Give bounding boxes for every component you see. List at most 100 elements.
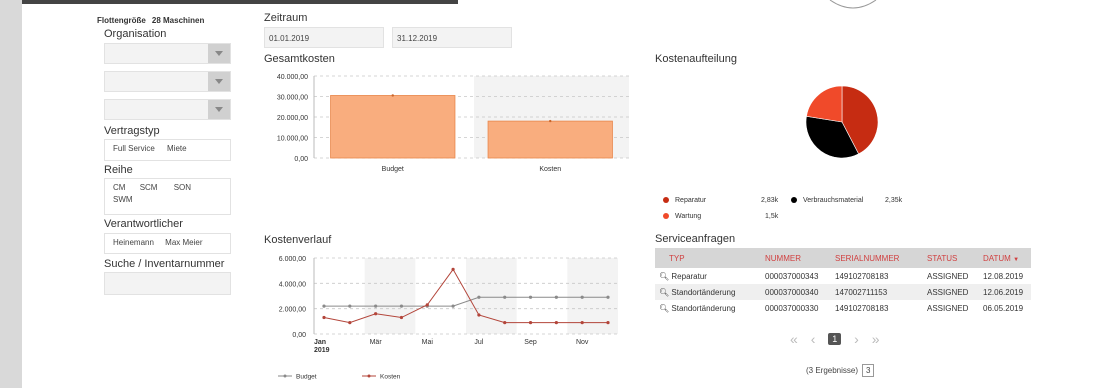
cell-status: ASSIGNED	[927, 303, 969, 313]
cell-serialnummer: 149102708183	[835, 303, 889, 313]
x-tick-label: Kosten	[539, 166, 561, 173]
verantwortlicher-box: Heinemann Max Meier	[104, 233, 231, 254]
chevron-down-icon[interactable]	[208, 72, 230, 91]
reihe-option-scm[interactable]: SCM	[140, 183, 158, 192]
first-page-button[interactable]: «	[790, 331, 798, 347]
organisation-select-2[interactable]	[104, 71, 231, 92]
legend-label: Budget	[296, 374, 317, 381]
cell-datum: 12.08.2019	[983, 271, 1024, 281]
cell-serialnummer: 147002711153	[831, 284, 923, 300]
reihe-option-son[interactable]: SON	[174, 183, 191, 192]
data-point	[554, 321, 558, 325]
verantwortlicher-option-max-meier[interactable]: Max Meier	[165, 238, 202, 247]
bar-marker	[391, 94, 394, 97]
suche-label: Suche / Inventarnummer	[104, 258, 225, 270]
data-point	[503, 321, 507, 325]
table-header-row: TYP NUMMER SERIALNUMMER STATUS DATUM ▼	[655, 248, 1031, 268]
vertragstyp-box: Full Service Miete	[104, 139, 231, 161]
data-point	[374, 304, 378, 308]
legend-value: 1,5k	[765, 213, 779, 220]
organisation-select-1[interactable]	[104, 43, 231, 64]
next-page-button[interactable]: ›	[854, 331, 859, 347]
sort-desc-icon: ▼	[1013, 256, 1020, 263]
column-header-status[interactable]: STATUS	[923, 248, 979, 268]
x-tick-label: Mär	[370, 339, 383, 346]
data-point	[554, 295, 558, 299]
vertragstyp-option-full-service[interactable]: Full Service	[113, 144, 155, 153]
cell-typ-text: Standortänderung	[671, 303, 736, 313]
legend-label: Reparatur	[675, 197, 707, 204]
results-count: (3 Ergebnisse)	[806, 366, 859, 375]
data-point	[374, 312, 378, 316]
suche-input[interactable]	[104, 272, 231, 295]
data-point	[528, 321, 533, 325]
legend-dot-icon	[791, 197, 797, 204]
data-point	[451, 267, 455, 271]
reihe-option-swm[interactable]: SWM	[113, 195, 133, 204]
cell-typ-text: Standortänderung	[671, 287, 736, 297]
prev-page-button[interactable]: ‹	[811, 331, 816, 347]
chevron-down-icon[interactable]	[208, 100, 230, 119]
chevron-down-icon[interactable]	[208, 44, 230, 63]
search-icon[interactable]: 🔍︎	[659, 304, 669, 313]
fleet-size: Flottengröße 28 Maschinen	[97, 16, 204, 25]
data-point	[503, 295, 507, 299]
search-icon[interactable]: 🔍︎	[659, 288, 669, 297]
column-header-typ[interactable]: TYP	[655, 248, 761, 268]
fleet-size-label: Flottengröße	[97, 16, 146, 25]
kostenverlauf-title: Kostenverlauf	[264, 234, 332, 246]
pie-slice	[806, 85, 843, 123]
fleet-size-value: 28 Maschinen	[151, 16, 205, 25]
x-tick-label: 2019	[314, 347, 330, 354]
data-point	[451, 304, 455, 308]
table-row[interactable]: 🔍︎ Standortänderung 000037000330 1491027…	[655, 300, 1031, 316]
vertragstyp-option-miete[interactable]: Miete	[167, 144, 187, 153]
table-row[interactable]: 🔍︎ Standortänderung 000037000340 1470027…	[655, 284, 1031, 300]
search-icon[interactable]: 🔍︎	[659, 272, 669, 281]
legend-value: 2,35k	[885, 197, 903, 204]
data-point	[348, 321, 352, 325]
left-scroll-gutter	[0, 0, 22, 388]
organisation-select-3[interactable]	[104, 99, 231, 120]
y-tick-label: 30.000,00	[277, 95, 308, 102]
bar	[330, 95, 456, 159]
organisation-label: Organisation	[104, 28, 167, 40]
data-point	[477, 295, 481, 299]
data-point	[580, 321, 584, 325]
cell-status: ASSIGNED	[923, 284, 979, 300]
bar-marker	[549, 119, 552, 123]
results-info: (3 Ergebnisse) 3	[806, 364, 875, 377]
top-arc-decoration	[829, 0, 877, 9]
current-page-button[interactable]: 1	[828, 333, 842, 345]
y-tick-label: 6.000,00	[279, 256, 306, 263]
kostenaufteilung-title: Kostenaufteilung	[655, 53, 737, 65]
gesamtkosten-chart: 40.000,00 30.000,00 20.000,00 10.000,00 0,00…	[277, 74, 629, 173]
last-page-button[interactable]: »	[872, 331, 880, 347]
serviceanfragen-table: TYP NUMMER SERIALNUMMER STATUS DATUM ▼ 🔍…	[655, 248, 1031, 316]
data-point	[322, 304, 326, 308]
y-tick-label: 0,00	[294, 156, 308, 163]
reihe-option-cm[interactable]: CM	[113, 183, 125, 192]
kostenaufteilung-pie	[805, 85, 879, 159]
date-from-input[interactable]: 01.01.2019	[264, 27, 384, 48]
column-header-nummer[interactable]: NUMMER	[761, 248, 831, 268]
cell-typ: 🔍︎ Standortänderung	[655, 284, 761, 300]
legend-label: Wartung	[675, 213, 702, 220]
data-point	[528, 295, 533, 299]
data-point	[399, 304, 404, 308]
page-size-select[interactable]: 3	[862, 364, 875, 377]
verantwortlicher-label: Verantwortlicher	[104, 218, 183, 230]
table-row[interactable]: 🔍︎ Reparatur 000037000343 149102708183 A…	[655, 268, 1031, 284]
reihe-box: CM SCM SON SWM	[104, 178, 231, 215]
column-header-datum[interactable]: DATUM ▼	[979, 248, 1031, 268]
kostenverlauf-chart: 6.000,00 4.000,00 2.000,00 0,00 Jan2019 Mär Ma…	[278, 256, 618, 381]
column-header-serialnummer[interactable]: SERIALNUMMER	[831, 248, 923, 268]
gesamtkosten-title: Gesamtkosten	[264, 53, 335, 65]
cell-typ: 🔍︎ Reparatur	[655, 268, 761, 284]
y-tick-label: 4.000,00	[279, 281, 306, 288]
column-header-datum-label: DATUM	[983, 253, 1011, 263]
verantwortlicher-option-heinemann[interactable]: Heinemann	[113, 238, 154, 247]
date-to-input[interactable]: 31.12.2019	[392, 27, 512, 48]
cell-nummer: 000037000330	[765, 303, 819, 313]
pagination: « ‹ 1 › »	[790, 331, 889, 347]
